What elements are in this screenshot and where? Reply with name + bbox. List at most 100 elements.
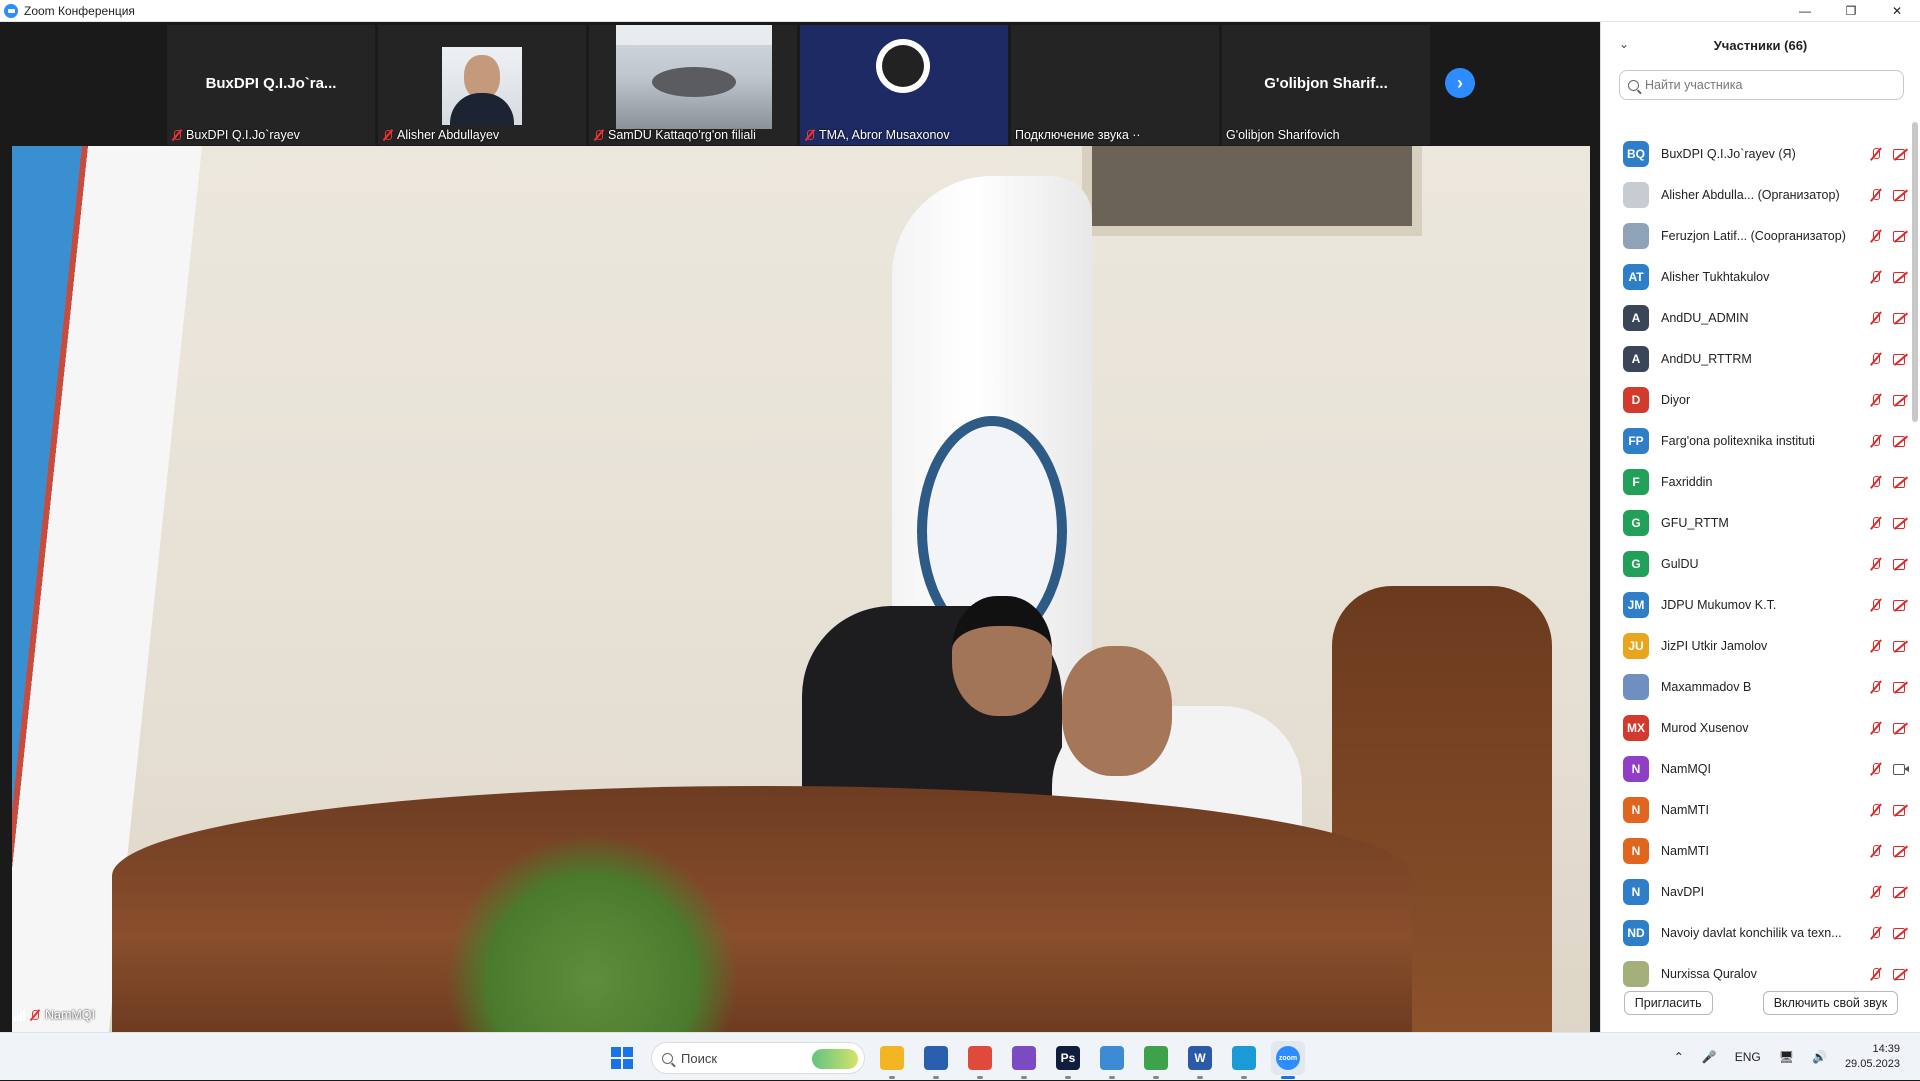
participant-row[interactable]: N NamMQI <box>1601 748 1909 789</box>
photoshop-icon[interactable]: Ps <box>1051 1041 1085 1079</box>
avatar: FP <box>1623 427 1649 454</box>
visual-studio-icon[interactable] <box>1007 1041 1041 1079</box>
participant-row[interactable]: Maxammadov B <box>1601 666 1909 707</box>
camera-icon <box>1893 763 1909 775</box>
participant-search[interactable] <box>1619 70 1904 100</box>
chrome-icon[interactable] <box>963 1041 997 1079</box>
windows-start-icon[interactable] <box>611 1047 633 1069</box>
search-input[interactable] <box>1645 78 1885 92</box>
participant-video <box>442 47 522 125</box>
window-title: Zoom Конференция <box>24 3 135 18</box>
clock[interactable]: 14:39 29.05.2023 <box>1845 1042 1900 1072</box>
participant-row[interactable]: F Faxriddin <box>1601 461 1909 502</box>
participant-name: Murod Xusenov <box>1661 720 1749 735</box>
thumbnail-strip: BuxDPI Q.I.Jo`ra... BuxDPI Q.I.Jo`rayev … <box>0 22 1600 145</box>
participant-row[interactable]: BQ BuxDPI Q.I.Jo`rayev (Я) <box>1601 133 1909 174</box>
participant-name: NamMQI <box>1661 761 1711 776</box>
search-icon <box>662 1052 673 1064</box>
scrollbar[interactable] <box>1912 122 1918 422</box>
mic-muted-icon <box>1869 803 1883 817</box>
mic-muted-icon <box>1869 598 1883 612</box>
participant-row[interactable]: G GulDU <box>1601 543 1909 584</box>
mic-muted-icon <box>804 129 816 141</box>
participant-name: BuxDPI Q.I.Jo`rayev (Я) <box>1661 146 1796 161</box>
active-speaker-label: NamMQI <box>14 1008 95 1022</box>
participant-row[interactable]: D Diyor <box>1601 379 1909 420</box>
avatar: JU <box>1623 632 1649 659</box>
network-icon[interactable]: 🖥 <box>1779 1050 1794 1064</box>
zoom-icon[interactable]: zoom <box>1271 1041 1305 1079</box>
participant-row[interactable]: JU JizPI Utkir Jamolov <box>1601 625 1909 666</box>
microphone-icon[interactable]: 🎤 <box>1702 1050 1717 1064</box>
participant-thumbnail[interactable]: Alisher Abdullayev <box>378 25 586 145</box>
mic-muted-icon <box>1869 516 1883 530</box>
mic-muted-icon <box>1869 311 1883 325</box>
participant-row[interactable]: N NamMTI <box>1601 789 1909 830</box>
participant-row[interactable]: G GFU_RTTM <box>1601 502 1909 543</box>
avatar: N <box>1623 837 1649 864</box>
remote-desktop-icon[interactable] <box>1095 1041 1129 1079</box>
participant-row[interactable]: MX Murod Xusenov <box>1601 707 1909 748</box>
file-explorer-icon[interactable] <box>875 1041 909 1079</box>
language-indicator[interactable]: ENG <box>1735 1050 1761 1064</box>
participant-row[interactable]: A AndDU_ADMIN <box>1601 297 1909 338</box>
camera-off-icon <box>1893 517 1909 529</box>
participant-name: Diyor <box>1661 392 1691 407</box>
next-page-button[interactable]: › <box>1445 68 1475 98</box>
volume-icon[interactable]: 🔊 <box>1812 1050 1827 1064</box>
mic-muted-icon <box>1869 639 1883 653</box>
participant-row[interactable]: Alisher Abdulla... (Организатор) <box>1601 174 1909 215</box>
participant-row[interactable]: Feruzjon Latif... (Соорганизатор) <box>1601 215 1909 256</box>
taskbar-search[interactable]: Поиск <box>651 1042 865 1074</box>
mic-muted-icon <box>1869 557 1883 571</box>
participant-row[interactable]: N NavDPI <box>1601 871 1909 912</box>
mic-muted-icon <box>1869 680 1883 694</box>
unmute-button[interactable]: Включить свой звук <box>1762 991 1899 1015</box>
thumbnail-label: SamDU Kattaqo'rg'on filiali <box>608 128 756 142</box>
participant-thumbnail[interactable]: G'olibjon Sharif... G'olibjon Sharifovic… <box>1222 25 1430 145</box>
participant-row[interactable]: FP Farg'ona politexnika instituti <box>1601 420 1909 461</box>
participant-row[interactable]: ND Navoiy davlat konchilik va texn... <box>1601 912 1909 953</box>
avatar: F <box>1623 468 1649 495</box>
edge-icon[interactable] <box>1227 1041 1261 1079</box>
camera-off-icon <box>1893 476 1909 488</box>
participant-name: Maxammadov B <box>1661 679 1752 694</box>
close-button[interactable]: ✕ <box>1874 0 1920 22</box>
notepad-icon[interactable] <box>1139 1041 1173 1079</box>
invite-button[interactable]: Пригласить <box>1623 991 1713 1015</box>
mic-muted-icon <box>593 129 605 141</box>
thumbnail-label: Подключение звука ·· <box>1015 128 1141 142</box>
avatar: D <box>1623 386 1649 413</box>
camera-off-icon <box>1893 681 1909 693</box>
word-icon[interactable]: W <box>1183 1041 1217 1079</box>
participant-row[interactable]: JM JDPU Mukumov K.T. <box>1601 584 1909 625</box>
mic-muted-icon <box>1869 721 1883 735</box>
avatar: MX <box>1623 714 1649 741</box>
participant-thumbnail[interactable]: TMA, Abror Musaxonov <box>800 25 1008 145</box>
mic-muted-icon <box>1869 844 1883 858</box>
participant-video <box>616 25 772 129</box>
collapse-chevron-icon[interactable]: ⌄ <box>1619 37 1629 51</box>
participant-name: AndDU_RTTRM <box>1661 351 1752 366</box>
store-icon[interactable] <box>919 1041 953 1079</box>
title-bar: Zoom Конференция — ❐ ✕ <box>0 0 1920 22</box>
participant-row[interactable]: N NamMTI <box>1601 830 1909 871</box>
participant-thumbnail[interactable]: BuxDPI Q.I.Jo`ra... BuxDPI Q.I.Jo`rayev <box>167 25 375 145</box>
participant-thumbnail[interactable]: Подключение звука ·· <box>1011 25 1219 145</box>
chevron-up-icon[interactable]: ⌃ <box>1674 1050 1684 1064</box>
camera-off-icon <box>1893 435 1909 447</box>
participant-row[interactable]: A AndDU_RTTRM <box>1601 338 1909 379</box>
participant-thumbnail[interactable]: SamDU Kattaqo'rg'on filiali <box>589 25 797 145</box>
participants-panel: ⌄ Участники (66) BQ BuxDPI Q.I.Jo`rayev (… <box>1600 22 1920 1032</box>
restore-button[interactable]: ❐ <box>1828 0 1874 22</box>
mic-muted-icon <box>1869 352 1883 366</box>
mic-muted-icon <box>29 1009 41 1021</box>
participant-row[interactable]: AT Alisher Tukhtakulov <box>1601 256 1909 297</box>
minimize-button[interactable]: — <box>1782 0 1828 22</box>
participant-name: Farg'ona politexnika instituti <box>1661 433 1815 448</box>
mic-muted-icon <box>1869 188 1883 202</box>
participant-name: NamMTI <box>1661 843 1709 858</box>
participant-name: AndDU_ADMIN <box>1661 310 1749 325</box>
avatar <box>1623 181 1649 208</box>
camera-off-icon <box>1893 148 1909 160</box>
